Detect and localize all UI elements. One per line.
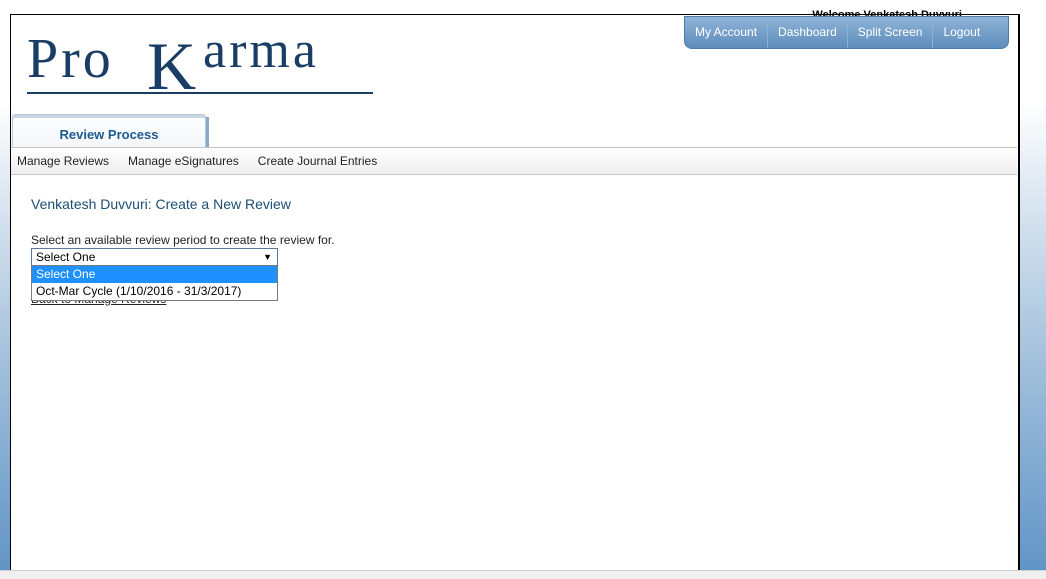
instruction-text: Select an available review period to cre… [31,233,335,247]
page-title: Venkatesh Duvvuri: Create a New Review [31,196,291,212]
svg-text:Pro: Pro [27,28,114,90]
sub-navigation: Manage Reviews Manage eSignatures Create… [11,147,1017,175]
manage-esignatures-link[interactable]: Manage eSignatures [128,154,239,168]
review-period-options: Select One Oct-Mar Cycle (1/10/2016 - 31… [31,265,278,301]
create-journal-entries-link[interactable]: Create Journal Entries [258,154,377,168]
select-current-value: Select One [36,250,96,264]
logout-link[interactable]: Logout [933,17,994,48]
dashboard-link[interactable]: Dashboard [768,17,848,48]
prokarma-logo: Pro K arma [27,27,373,99]
manage-reviews-link[interactable]: Manage Reviews [17,154,109,168]
option-oct-mar-cycle[interactable]: Oct-Mar Cycle (1/10/2016 - 31/3/2017) [32,283,277,300]
tab-review-process[interactable]: Review Process [12,114,209,149]
svg-text:arma: arma [203,27,319,79]
option-select-one[interactable]: Select One [32,266,277,283]
my-account-link[interactable]: My Account [685,17,769,48]
review-period-select[interactable]: Select One ▼ [31,248,278,266]
dropdown-arrow-icon: ▼ [263,252,272,262]
top-navigation: My Account Dashboard Split Screen Logout [684,16,1009,49]
svg-text:K: K [147,28,196,99]
split-screen-link[interactable]: Split Screen [848,17,934,48]
